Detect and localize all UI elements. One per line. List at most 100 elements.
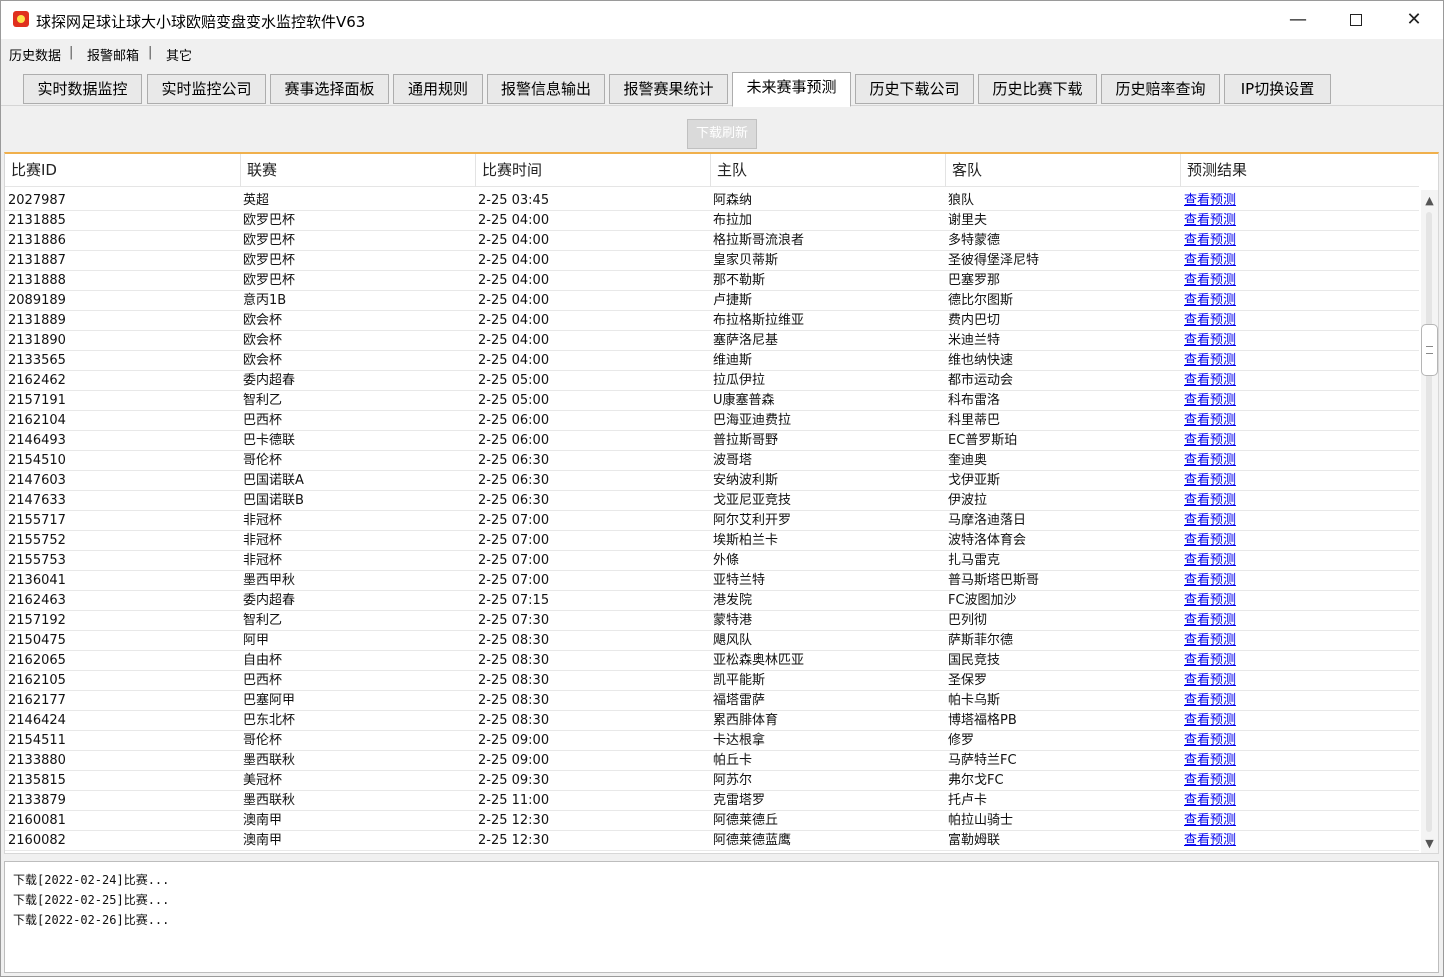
- view-prediction-link[interactable]: 查看预测: [1184, 351, 1304, 371]
- cell-league: 巴卡德联: [243, 433, 296, 448]
- table-row[interactable]: 2131886 欧罗巴杯 2-25 04:00 格拉斯哥流浪者 多特蒙德 查看预测: [5, 231, 1419, 251]
- table-row[interactable]: 2147633 巴国诺联B 2-25 06:30 戈亚尼亚竞技 伊波拉 查看预测: [5, 491, 1419, 511]
- view-prediction-link[interactable]: 查看预测: [1184, 371, 1304, 391]
- table-row[interactable]: 2150475 阿甲 2-25 08:30 飓风队 萨斯菲尔德 查看预测: [5, 631, 1419, 651]
- view-prediction-link[interactable]: 查看预测: [1184, 811, 1304, 831]
- view-prediction-link[interactable]: 查看预测: [1184, 471, 1304, 491]
- tab-alert-result-stats[interactable]: 报警赛果统计: [609, 74, 728, 104]
- view-prediction-link[interactable]: 查看预测: [1184, 791, 1304, 811]
- tab-match-selection-panel[interactable]: 赛事选择面板: [270, 74, 389, 104]
- table-row[interactable]: 2133880 墨西联秋 2-25 09:00 帕丘卡 马萨特兰FC 查看预测: [5, 751, 1419, 771]
- table-row[interactable]: 2146493 巴卡德联 2-25 06:00 普拉斯哥野 EC普罗斯珀 查看预测: [5, 431, 1419, 451]
- tab-realtime-data-monitor[interactable]: 实时数据监控: [23, 74, 142, 104]
- table-row[interactable]: 2157192 智利乙 2-25 07:30 蒙特港 巴列彻 查看预测: [5, 611, 1419, 631]
- view-prediction-link[interactable]: 查看预测: [1184, 771, 1304, 791]
- view-prediction-link[interactable]: 查看预测: [1184, 251, 1304, 271]
- table-row[interactable]: 2131888 欧罗巴杯 2-25 04:00 那不勒斯 巴塞罗那 查看预测: [5, 271, 1419, 291]
- cell-match-id: 2157192: [8, 613, 66, 628]
- tab-history-match-download[interactable]: 历史比赛下载: [978, 74, 1097, 104]
- view-prediction-link[interactable]: 查看预测: [1184, 751, 1304, 771]
- menu-history-data[interactable]: 历史数据: [9, 45, 61, 64]
- tab-realtime-monitor-company[interactable]: 实时监控公司: [147, 74, 266, 104]
- vertical-scrollbar[interactable]: ▲ ▼: [1421, 190, 1438, 853]
- tab-future-match-prediction[interactable]: 未来赛事预测: [732, 72, 851, 107]
- table-row[interactable]: 2154511 哥伦杯 2-25 09:00 卡达根拿 修罗 查看预测: [5, 731, 1419, 751]
- view-prediction-link[interactable]: 查看预测: [1184, 491, 1304, 511]
- view-prediction-link[interactable]: 查看预测: [1184, 611, 1304, 631]
- table-row[interactable]: 2131887 欧罗巴杯 2-25 04:00 皇家贝蒂斯 圣彼得堡泽尼特 查看预测: [5, 251, 1419, 271]
- minimize-button[interactable]: —: [1269, 1, 1327, 39]
- table-row[interactable]: 2157191 智利乙 2-25 05:00 U康塞普森 科布雷洛 查看预测: [5, 391, 1419, 411]
- table-row[interactable]: 2146424 巴东北杯 2-25 08:30 累西腓体育 博塔福格PB 查看预测: [5, 711, 1419, 731]
- column-header-away-team[interactable]: 客队: [946, 154, 1181, 187]
- column-header-league[interactable]: 联赛: [241, 154, 476, 187]
- tab-history-odds-query[interactable]: 历史赔率查询: [1101, 74, 1220, 104]
- view-prediction-link[interactable]: 查看预测: [1184, 691, 1304, 711]
- view-prediction-link[interactable]: 查看预测: [1184, 651, 1304, 671]
- scroll-thumb[interactable]: [1421, 324, 1438, 376]
- tab-alert-output[interactable]: 报警信息输出: [487, 74, 605, 104]
- tab-general-rules[interactable]: 通用规则: [393, 74, 483, 104]
- table-row[interactable]: 2155753 非冠杯 2-25 07:00 外條 扎马雷克 查看预测: [5, 551, 1419, 571]
- view-prediction-link[interactable]: 查看预测: [1184, 411, 1304, 431]
- menu-other[interactable]: 其它: [166, 45, 192, 64]
- view-prediction-link[interactable]: 查看预测: [1184, 331, 1304, 351]
- maximize-button[interactable]: [1327, 1, 1385, 39]
- view-prediction-link[interactable]: 查看预测: [1184, 831, 1304, 851]
- table-row[interactable]: 2133879 墨西联秋 2-25 11:00 克雷塔罗 托卢卡 查看预测: [5, 791, 1419, 811]
- table-row[interactable]: 2162104 巴西杯 2-25 06:00 巴海亚迪费拉 科里蒂巴 查看预测: [5, 411, 1419, 431]
- table-row[interactable]: 2135815 美冠杯 2-25 09:30 阿苏尔 弗尔戈FC 查看预测: [5, 771, 1419, 791]
- column-header-prediction[interactable]: 预测结果: [1181, 154, 1419, 187]
- table-row[interactable]: 2162177 巴塞阿甲 2-25 08:30 福塔雷萨 帕卡乌斯 查看预测: [5, 691, 1419, 711]
- table-row[interactable]: 2162105 巴西杯 2-25 08:30 凯平能斯 圣保罗 查看预测: [5, 671, 1419, 691]
- table-row[interactable]: 2160081 澳南甲 2-25 12:30 阿德莱德丘 帕拉山骑士 查看预测: [5, 811, 1419, 831]
- table-row[interactable]: 2027987 英超 2-25 03:45 阿森纳 狼队 查看预测: [5, 191, 1419, 211]
- view-prediction-link[interactable]: 查看预测: [1184, 231, 1304, 251]
- table-row[interactable]: 2160082 澳南甲 2-25 12:30 阿德莱德蓝鹰 富勒姆联 查看预测: [5, 831, 1419, 851]
- view-prediction-link[interactable]: 查看预测: [1184, 391, 1304, 411]
- close-button[interactable]: ✕: [1385, 1, 1443, 39]
- table-row[interactable]: 2155717 非冠杯 2-25 07:00 阿尔艾利开罗 马摩洛迪落日 查看预测: [5, 511, 1419, 531]
- scroll-up-icon[interactable]: ▲: [1421, 192, 1438, 209]
- view-prediction-link[interactable]: 查看预测: [1184, 191, 1304, 211]
- table-row[interactable]: 2147603 巴国诺联A 2-25 06:30 安纳波利斯 戈伊亚斯 查看预测: [5, 471, 1419, 491]
- menu-alert-email[interactable]: 报警邮箱: [87, 45, 139, 64]
- view-prediction-link[interactable]: 查看预测: [1184, 711, 1304, 731]
- view-prediction-link[interactable]: 查看预测: [1184, 531, 1304, 551]
- view-prediction-link[interactable]: 查看预测: [1184, 591, 1304, 611]
- view-prediction-link[interactable]: 查看预测: [1184, 211, 1304, 231]
- table-row[interactable]: 2162462 委内超春 2-25 05:00 拉瓜伊拉 都市运动会 查看预测: [5, 371, 1419, 391]
- view-prediction-link[interactable]: 查看预测: [1184, 451, 1304, 471]
- tab-ip-switch-settings[interactable]: IP切换设置: [1224, 74, 1331, 104]
- column-header-match-time[interactable]: 比赛时间: [476, 154, 711, 187]
- view-prediction-link[interactable]: 查看预测: [1184, 271, 1304, 291]
- table-row[interactable]: 2154510 哥伦杯 2-25 06:30 波哥塔 奎迪奥 查看预测: [5, 451, 1419, 471]
- view-prediction-link[interactable]: 查看预测: [1184, 571, 1304, 591]
- view-prediction-link[interactable]: 查看预测: [1184, 671, 1304, 691]
- view-prediction-link[interactable]: 查看预测: [1184, 291, 1304, 311]
- table-row[interactable]: 2131890 欧会杯 2-25 04:00 塞萨洛尼基 米迪兰特 查看预测: [5, 331, 1419, 351]
- scroll-track[interactable]: [1426, 212, 1432, 832]
- view-prediction-link[interactable]: 查看预测: [1184, 311, 1304, 331]
- tab-history-download-company[interactable]: 历史下载公司: [855, 74, 974, 104]
- column-header-home-team[interactable]: 主队: [711, 154, 946, 187]
- download-refresh-button[interactable]: 下载刷新: [687, 119, 757, 149]
- table-row[interactable]: 2162065 自由杯 2-25 08:30 亚松森奥林匹亚 国民竞技 查看预测: [5, 651, 1419, 671]
- table-row[interactable]: 2089189 意丙1B 2-25 04:00 卢捷斯 德比尔图斯 查看预测: [5, 291, 1419, 311]
- view-prediction-link[interactable]: 查看预测: [1184, 551, 1304, 571]
- table-row[interactable]: 2162463 委内超春 2-25 07:15 港发院 FC波图加沙 查看预测: [5, 591, 1419, 611]
- cell-home-team: 卢捷斯: [713, 293, 753, 308]
- table-row[interactable]: 2131889 欧会杯 2-25 04:00 布拉格斯拉维亚 费内巴切 查看预测: [5, 311, 1419, 331]
- cell-match-id: 2131887: [8, 253, 66, 268]
- cell-away-team: 圣保罗: [948, 673, 988, 688]
- table-row[interactable]: 2133565 欧会杯 2-25 04:00 维迪斯 维也纳快速 查看预测: [5, 351, 1419, 371]
- table-row[interactable]: 2131885 欧罗巴杯 2-25 04:00 布拉加 谢里夫 查看预测: [5, 211, 1419, 231]
- view-prediction-link[interactable]: 查看预测: [1184, 511, 1304, 531]
- table-row[interactable]: 2155752 非冠杯 2-25 07:00 埃斯柏兰卡 波特洛体育会 查看预测: [5, 531, 1419, 551]
- view-prediction-link[interactable]: 查看预测: [1184, 731, 1304, 751]
- view-prediction-link[interactable]: 查看预测: [1184, 431, 1304, 451]
- column-header-match-id[interactable]: 比赛ID: [5, 154, 241, 187]
- table-row[interactable]: 2136041 墨西甲秋 2-25 07:00 亚特兰特 普马斯塔巴斯哥 查看预测: [5, 571, 1419, 591]
- view-prediction-link[interactable]: 查看预测: [1184, 631, 1304, 651]
- scroll-down-icon[interactable]: ▼: [1421, 835, 1438, 852]
